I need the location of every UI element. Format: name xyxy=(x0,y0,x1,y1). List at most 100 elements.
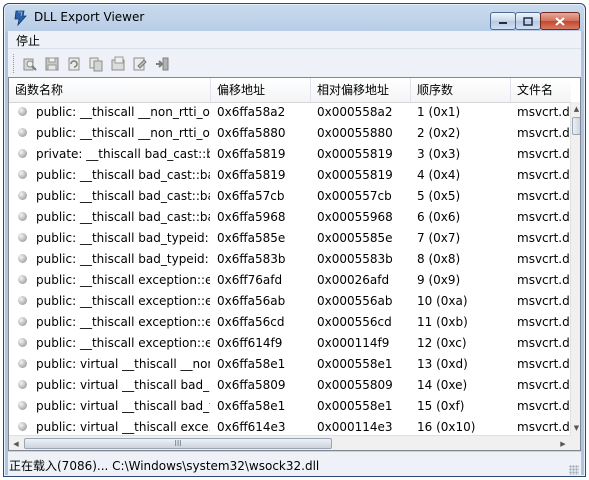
exit-button[interactable] xyxy=(153,55,171,73)
cell-function-name: public: __thiscall __non_rtti_o... xyxy=(36,126,210,140)
cell-function-name: public: __thiscall bad_cast::ba... xyxy=(36,210,210,224)
table-row[interactable]: public: __thiscall bad_typeid::... 0x6ffa… xyxy=(9,249,570,270)
horizontal-scrollbar[interactable]: ◀ III ▶ xyxy=(9,435,570,450)
cell-function-name: public: __thiscall exception::e... xyxy=(36,315,210,329)
cell-relative-address: 0x00055819 xyxy=(317,168,393,182)
table-row[interactable]: public: __thiscall exception::e... 0x6ffa… xyxy=(9,312,570,333)
table-row[interactable]: public: virtual __thiscall bad_... 0x6ffa… xyxy=(9,375,570,396)
export-bullet-icon xyxy=(18,149,27,158)
table-row[interactable]: public: __thiscall __non_rtti_o... 0x6ffa… xyxy=(9,123,570,144)
cell-relative-address: 0x000114e3 xyxy=(317,420,393,434)
export-bullet-icon xyxy=(18,212,27,221)
app-icon xyxy=(14,10,27,26)
cell-address: 0x6ffa56ab xyxy=(217,294,286,308)
cell-function-name: public: __thiscall exception::e... xyxy=(36,294,210,308)
close-button[interactable] xyxy=(540,12,580,30)
scroll-left-button[interactable]: ◀ xyxy=(9,436,23,450)
html-report-button[interactable] xyxy=(109,55,127,73)
column-header-relative-address[interactable]: 相对偏移地址 xyxy=(311,78,411,102)
cell-function-name: private: __thiscall bad_cast::b... xyxy=(36,147,210,161)
cell-ordinal: 6 (0x6) xyxy=(417,210,461,224)
scrollbar-corner xyxy=(570,435,580,450)
refresh-icon xyxy=(68,57,80,71)
cell-ordinal: 7 (0x7) xyxy=(417,231,461,245)
export-bullet-icon xyxy=(18,170,27,179)
column-header-filename[interactable]: 文件名 xyxy=(511,78,571,102)
table-row[interactable]: public: virtual __thiscall __non... 0x6ff… xyxy=(9,354,570,375)
table-row[interactable]: public: __thiscall bad_cast::ba... 0x6ffa… xyxy=(9,186,570,207)
export-bullet-icon xyxy=(18,296,27,305)
column-header-address[interactable]: 偏移地址 xyxy=(211,78,311,102)
list-rows: public: __thiscall __non_rtti_o... 0x6ffa… xyxy=(9,102,570,435)
cell-function-name: public: __thiscall bad_cast::ba... xyxy=(36,189,210,203)
column-header-function-name[interactable]: 函数名称 xyxy=(9,78,211,102)
table-row[interactable]: public: __thiscall bad_cast::ba... 0x6ffa… xyxy=(9,165,570,186)
table-row[interactable]: public: virtual __thiscall exce... 0x6ff6… xyxy=(9,417,570,435)
cell-relative-address: 0x00026afd xyxy=(317,273,390,287)
cell-relative-address: 0x000556ab xyxy=(317,294,393,308)
scroll-down-button[interactable]: ▼ xyxy=(571,421,580,435)
options-button[interactable] xyxy=(131,55,149,73)
cell-relative-address: 0x00055819 xyxy=(317,147,393,161)
cell-ordinal: 8 (0x8) xyxy=(417,252,461,266)
export-bullet-icon xyxy=(18,107,27,116)
cell-address: 0x6ff614e3 xyxy=(217,420,286,434)
export-bullet-icon xyxy=(18,317,27,326)
column-header-ordinal[interactable]: 顺序数 xyxy=(411,78,511,102)
cell-function-name: public: __thiscall bad_typeid::... xyxy=(36,252,210,266)
scroll-right-button[interactable]: ▶ xyxy=(556,436,570,450)
vertical-scroll-thumb[interactable] xyxy=(572,117,580,135)
cell-function-name: public: virtual __thiscall bad_... xyxy=(36,378,210,392)
scroll-up-button[interactable]: ▲ xyxy=(571,102,580,116)
cell-address: 0x6ffa583b xyxy=(217,252,286,266)
cell-relative-address: 0x000558e1 xyxy=(317,399,393,413)
cell-function-name: public: __thiscall exception::e... xyxy=(36,273,210,287)
table-row[interactable]: public: __thiscall exception::e... 0x6ffa… xyxy=(9,291,570,312)
title-bar[interactable]: DLL Export Viewer xyxy=(4,4,585,32)
copy-button[interactable] xyxy=(87,55,105,73)
cell-function-name: public: virtual __thiscall bad_t... xyxy=(36,399,210,413)
table-row[interactable]: public: __thiscall exception::e... 0x6ff6… xyxy=(9,333,570,354)
properties-icon xyxy=(23,58,37,71)
cell-ordinal: 10 (0xa) xyxy=(417,294,468,308)
cell-filename: msvcrt.d xyxy=(517,378,570,392)
table-row[interactable]: public: __thiscall bad_typeid::... 0x6ffa… xyxy=(9,228,570,249)
cell-address: 0x6ff76afd xyxy=(217,273,283,287)
properties-button[interactable] xyxy=(21,55,39,73)
cell-filename: msvcrt.d xyxy=(517,294,570,308)
toolbar xyxy=(8,48,581,78)
table-row[interactable]: public: __thiscall bad_cast::ba... 0x6ffa… xyxy=(9,207,570,228)
refresh-button[interactable] xyxy=(65,55,83,73)
toolbar-grip[interactable] xyxy=(13,54,17,73)
cell-ordinal: 1 (0x1) xyxy=(417,105,461,119)
cell-address: 0x6ffa5968 xyxy=(217,210,286,224)
exports-list[interactable]: 函数名称 偏移地址 相对偏移地址 顺序数 文件名 public: __thisc… xyxy=(8,77,581,451)
cell-filename: msvcrt.d xyxy=(517,210,570,224)
cell-ordinal: 16 (0x10) xyxy=(417,420,476,434)
minimize-icon xyxy=(499,22,507,24)
resize-grip[interactable] xyxy=(569,465,579,475)
cell-filename: msvcrt.d xyxy=(517,357,570,371)
maximize-button[interactable] xyxy=(515,12,541,30)
cell-ordinal: 12 (0xc) xyxy=(417,336,467,350)
table-row[interactable]: private: __thiscall bad_cast::b... 0x6ffa… xyxy=(9,144,570,165)
cell-function-name: public: __thiscall bad_typeid::... xyxy=(36,231,210,245)
vertical-scrollbar[interactable]: ▲ ▼ xyxy=(570,102,580,435)
menu-bar: 停止 xyxy=(8,31,581,48)
table-row[interactable]: public: __thiscall __non_rtti_o... 0x6ffa… xyxy=(9,102,570,123)
menu-item-stop[interactable]: 停止 xyxy=(16,32,40,49)
table-row[interactable]: public: virtual __thiscall bad_t... 0x6ff… xyxy=(9,396,570,417)
cell-relative-address: 0x000558e1 xyxy=(317,357,393,371)
cell-address: 0x6ffa58e1 xyxy=(217,399,286,413)
cell-address: 0x6ffa5880 xyxy=(217,126,286,140)
cell-ordinal: 9 (0x9) xyxy=(417,273,461,287)
cell-filename: msvcrt.d xyxy=(517,336,570,350)
minimize-button[interactable] xyxy=(490,12,516,30)
export-bullet-icon xyxy=(18,233,27,242)
cell-function-name: public: __thiscall bad_cast::ba... xyxy=(36,168,210,182)
table-row[interactable]: public: __thiscall exception::e... 0x6ff7… xyxy=(9,270,570,291)
cell-address: 0x6ffa57cb xyxy=(217,189,285,203)
cell-address: 0x6ffa56cd xyxy=(217,315,285,329)
horizontal-scroll-thumb[interactable]: III xyxy=(24,438,332,449)
save-button[interactable] xyxy=(43,55,61,73)
